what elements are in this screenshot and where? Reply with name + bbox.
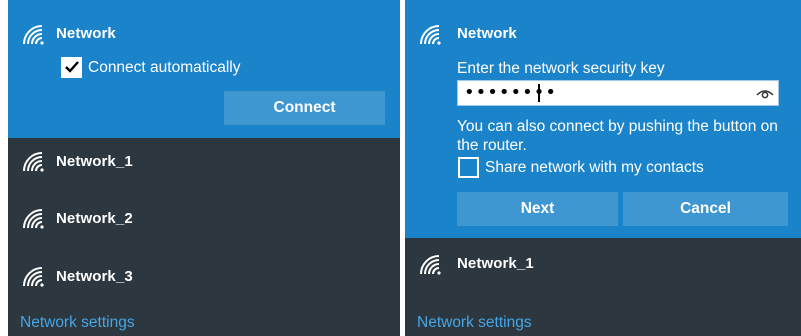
security-key-prompt: Enter the network security key [457,60,665,77]
network-list-item[interactable]: Network_2 [8,190,400,246]
router-hint-line-2: the router. [457,137,527,154]
wifi-signal-icon [22,208,46,230]
text-caret [538,84,540,102]
cancel-button[interactable]: Cancel [623,192,788,226]
network-list-item-name: Network_1 [56,153,133,170]
network-list-item-name: Network_2 [56,210,133,227]
network-list-item[interactable]: Network_3 [8,248,400,304]
eye-icon[interactable] [756,86,774,100]
network-name: Network [457,25,517,42]
network-list-item-name: Network_1 [457,255,534,272]
network-list-item-name: Network_3 [56,268,133,285]
wifi-signal-icon [22,266,46,288]
network-name: Network [56,25,116,42]
network-list-item[interactable]: Network_1 [405,236,801,292]
security-key-input[interactable]: •••••••• [457,80,779,106]
next-button[interactable]: Next [457,192,618,226]
share-network-label: Share network with my contacts [485,159,704,176]
wifi-signal-icon [419,24,443,46]
security-key-value: •••••••• [464,82,557,103]
network-settings-link[interactable]: Network settings [20,314,135,332]
wifi-signal-icon [22,151,46,173]
wifi-flyout-right: Network Enter the network security key •… [405,0,801,336]
selected-network-expanded[interactable]: Network Connect automatically Connect [8,0,400,138]
connect-automatically-checkbox[interactable] [61,57,82,78]
selected-network-expanded[interactable]: Network Enter the network security key •… [405,0,801,238]
connect-button[interactable]: Connect [224,91,385,125]
router-hint-line-1: You can also connect by pushing the butt… [457,118,778,135]
wifi-flyout-left: Network Connect automatically Connect Ne… [8,0,400,336]
connect-automatically-label: Connect automatically [88,59,241,76]
wifi-signal-icon [22,24,46,46]
network-list-item[interactable]: Network_1 [8,133,400,189]
wifi-signal-icon [419,254,443,276]
network-settings-link[interactable]: Network settings [417,314,532,332]
share-network-checkbox[interactable] [458,157,479,178]
checkmark-icon [65,61,79,73]
